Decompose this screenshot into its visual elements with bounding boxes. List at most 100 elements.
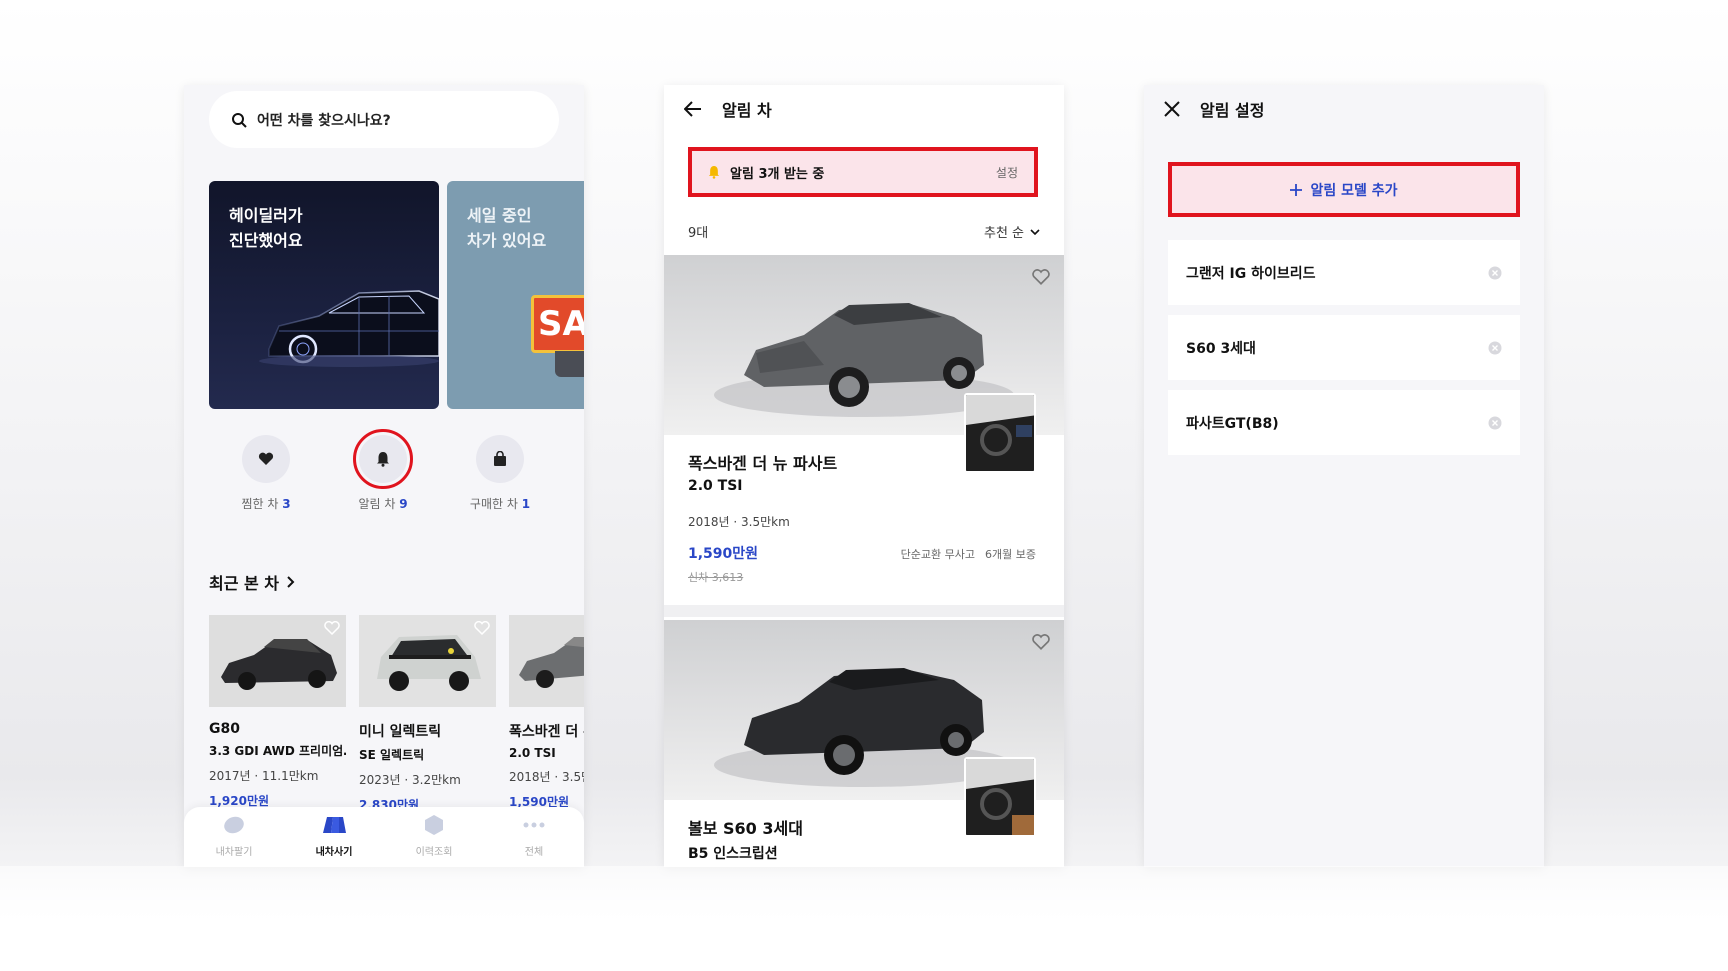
car-meta: 2018년 · 3.5만 xyxy=(509,770,584,784)
list-divider xyxy=(664,605,1064,617)
sort-dropdown[interactable]: 추천 순 xyxy=(984,222,1040,241)
result-count: 9대 xyxy=(688,226,709,241)
heart-outline-icon[interactable] xyxy=(324,621,340,635)
screen-alert-cars: 알림 차 알림 3개 받는 중 설정 9대 추천 순 폭스바겐 더 뉴 파사트 … xyxy=(664,85,1064,867)
heart-icon xyxy=(242,435,290,483)
car-title: 폭스바겐 더 뉴 파사트 xyxy=(688,454,838,473)
add-alert-model-button[interactable]: 알림 모델 추가 xyxy=(1168,162,1520,217)
nav-sell-car[interactable]: 내차팔기 xyxy=(194,813,274,858)
sort-label: 추천 순 xyxy=(983,226,1024,241)
close-icon[interactable] xyxy=(1164,101,1180,117)
quick-action-count: 3 xyxy=(282,497,291,511)
recent-car-card[interactable]: G80 3.3 GDI AWD 프리미엄… 2017년 · 11.1만km 1,… xyxy=(209,615,346,809)
car-tags: 단순교환 무사고 6개월 보증 xyxy=(901,546,1036,562)
car-photo xyxy=(359,615,496,707)
heart-outline-icon[interactable] xyxy=(1032,634,1050,650)
bell-icon xyxy=(708,166,720,179)
tag-no-accident: 단순교환 무사고 xyxy=(900,548,976,561)
remove-circle-icon[interactable] xyxy=(1488,341,1502,355)
nav-label: 내차사기 xyxy=(315,847,353,858)
quick-action-label: 구매한 차 xyxy=(469,497,518,511)
car-price: 1,590만원 xyxy=(688,546,759,562)
quick-action-count: 9 xyxy=(399,497,408,511)
header: 알림 차 xyxy=(664,85,1064,133)
plus-icon xyxy=(1290,183,1303,196)
model-name: S60 3세대 xyxy=(1186,340,1256,357)
bag-icon xyxy=(476,435,524,483)
quick-action-label: 알림 차 xyxy=(358,497,396,511)
screen-alert-settings: 알림 설정 알림 모델 추가 그랜저 IG 하이브리드 S60 3세대 파사트G… xyxy=(1144,85,1544,867)
buy-car-icon xyxy=(323,817,346,833)
header: 알림 설정 xyxy=(1144,85,1544,133)
new-car-price: 신차 3,613 xyxy=(688,571,744,584)
quick-action-liked[interactable]: 찜한 차 3 xyxy=(211,435,321,512)
page-title: 알림 설정 xyxy=(1200,101,1265,120)
nav-history-check[interactable]: 이력조회 xyxy=(394,813,474,858)
alert-status-text: 알림 3개 받는 중 xyxy=(730,166,825,182)
nav-label: 내차팔기 xyxy=(215,847,253,858)
bottom-navigation: 내차팔기 내차사기 이력조회 전체 xyxy=(184,807,584,867)
nav-buy-car[interactable]: 내차사기 xyxy=(294,813,374,858)
car-meta: 2017년 · 11.1만km xyxy=(209,769,319,783)
car-trim: 3.3 GDI AWD 프리미엄… xyxy=(209,744,346,758)
screen-home: 어떤 차를 찾으시나요? 헤이딜러가 진단했어요 세일 중인 차가 있어요 SA… xyxy=(184,85,584,867)
car-name: 폭스바겐 더 뉴 xyxy=(509,724,584,740)
car-title: 볼보 S60 3세대 xyxy=(688,819,803,838)
page-title: 알림 차 xyxy=(722,101,772,120)
heart-outline-icon[interactable] xyxy=(474,621,490,635)
car-trim: 2.0 TSI xyxy=(688,478,743,494)
alert-model-item: 그랜저 IG 하이브리드 xyxy=(1168,240,1520,305)
search-icon xyxy=(232,112,247,128)
car-name: 미니 일렉트릭 xyxy=(359,724,442,740)
car-name: G80 xyxy=(209,721,240,737)
nav-label: 이력조회 xyxy=(415,847,453,858)
more-dots-icon xyxy=(523,822,545,828)
recent-cars-header[interactable]: 최근 본 차 xyxy=(209,570,295,594)
banner-diagnosed[interactable]: 헤이딜러가 진단했어요 xyxy=(209,181,439,409)
tag-warranty: 6개월 보증 xyxy=(985,548,1036,561)
back-arrow-icon[interactable] xyxy=(684,101,702,117)
banner-sale[interactable]: 세일 중인 차가 있어요 SALE xyxy=(447,181,584,409)
search-placeholder: 어떤 차를 찾으시나요? xyxy=(257,112,391,129)
car-photo xyxy=(509,615,584,707)
heart-outline-icon[interactable] xyxy=(1032,269,1050,285)
alert-settings-link[interactable]: 설정 xyxy=(996,164,1018,181)
bell-icon xyxy=(353,429,413,489)
alert-model-item: 파사트GT(B8) xyxy=(1168,390,1520,455)
chevron-right-icon xyxy=(287,576,295,588)
quick-action-purchased[interactable]: 구매한 차 1 xyxy=(445,435,555,512)
sale-sign-stand xyxy=(555,351,584,377)
section-title: 최근 본 차 xyxy=(209,574,280,593)
nav-label: 전체 xyxy=(524,847,544,858)
shield-icon xyxy=(425,815,443,835)
sale-sign: SALE xyxy=(531,295,584,353)
alert-status-bar[interactable]: 알림 3개 받는 중 설정 xyxy=(688,147,1038,197)
car-interior-thumbnail[interactable] xyxy=(964,757,1036,837)
car-meta: 2023년 · 3.2만km xyxy=(359,773,461,787)
car-photo xyxy=(209,615,346,707)
car-meta: 2018년 · 3.5만km xyxy=(688,515,790,529)
car-trim: 2.0 TSI xyxy=(509,746,556,760)
car-trim: SE 일렉트릭 xyxy=(359,748,425,762)
list-toolbar: 9대 추천 순 xyxy=(688,222,1040,241)
car-interior-thumbnail[interactable] xyxy=(964,393,1036,473)
car-trim: B5 인스크립션 xyxy=(688,846,778,862)
remove-circle-icon[interactable] xyxy=(1488,416,1502,430)
recent-car-card[interactable]: 미니 일렉트릭 SE 일렉트릭 2023년 · 3.2만km 2,830만원 xyxy=(359,615,496,813)
search-bar[interactable]: 어떤 차를 찾으시나요? xyxy=(209,91,559,148)
add-button-label: 알림 모델 추가 xyxy=(1310,182,1398,199)
alert-model-item: S60 3세대 xyxy=(1168,315,1520,380)
wireframe-car-illustration xyxy=(259,290,439,367)
model-name: 파사트GT(B8) xyxy=(1186,415,1279,432)
reflection-fade-overlay xyxy=(0,866,1728,971)
chevron-down-icon xyxy=(1030,228,1040,235)
remove-circle-icon[interactable] xyxy=(1488,266,1502,280)
recent-car-card[interactable]: 폭스바겐 더 뉴 2.0 TSI 2018년 · 3.5만 1,590만원 xyxy=(509,615,584,810)
banner-text: 세일 중인 차가 있어요 xyxy=(467,206,547,250)
nav-more[interactable]: 전체 xyxy=(494,813,574,858)
quick-action-label: 찜한 차 xyxy=(241,497,279,511)
sell-car-icon xyxy=(224,816,244,834)
quick-action-count: 1 xyxy=(521,497,531,511)
model-name: 그랜저 IG 하이브리드 xyxy=(1186,265,1316,282)
quick-action-alert[interactable]: 알림 차 9 xyxy=(328,429,438,512)
